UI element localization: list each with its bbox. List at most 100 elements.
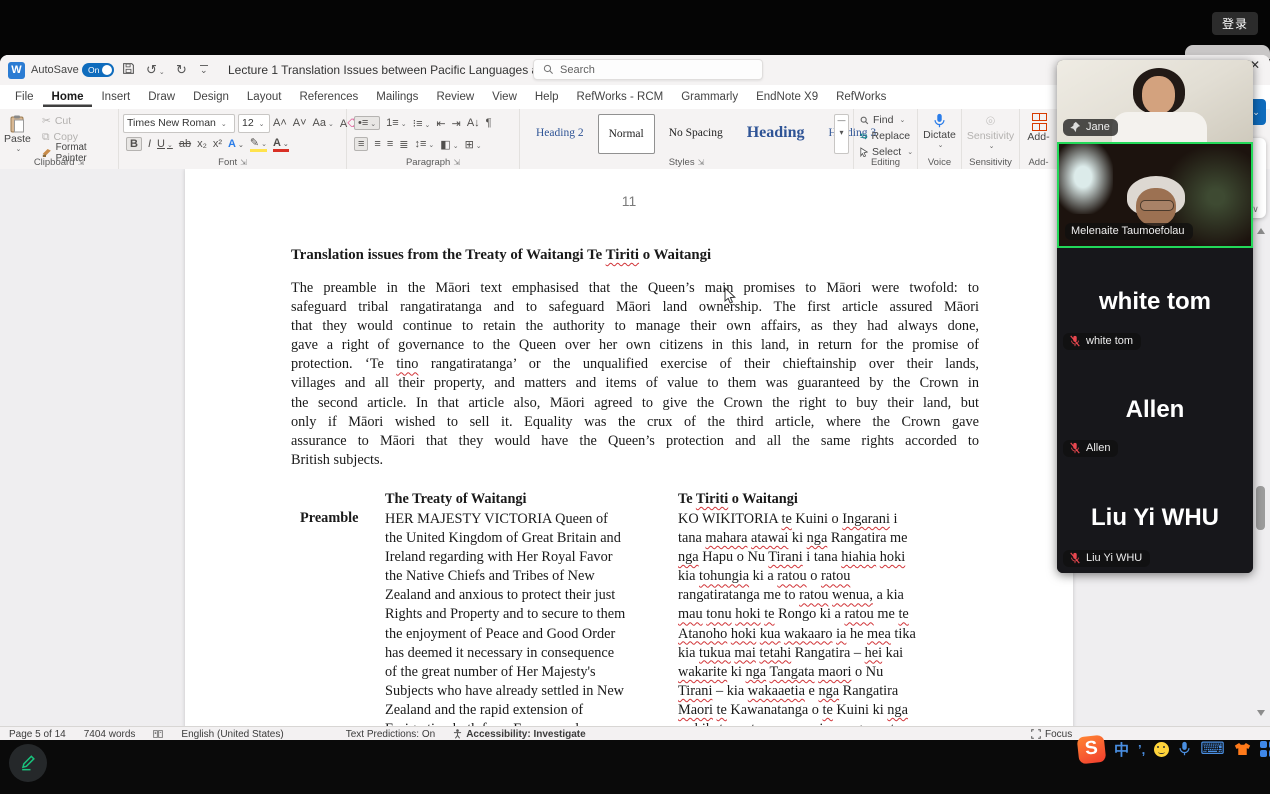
paste-button[interactable]: Paste⌄ bbox=[4, 111, 31, 153]
login-button[interactable]: 登录 bbox=[1212, 12, 1258, 35]
numbering-icon[interactable]: 1≡⌄ bbox=[386, 117, 406, 129]
subscript-button[interactable]: x₂ bbox=[197, 138, 207, 150]
font-color-icon[interactable]: A⌄ bbox=[273, 137, 289, 152]
participant-name: Allen bbox=[1086, 442, 1110, 454]
save-icon[interactable] bbox=[122, 62, 135, 78]
page-indicator[interactable]: Page 5 of 14 bbox=[0, 729, 75, 740]
font-family-combo[interactable]: Times New Roman ⌄ bbox=[123, 114, 235, 133]
accessibility-status[interactable]: Accessibility: Investigate bbox=[444, 729, 595, 740]
strikethrough-button[interactable]: ab bbox=[179, 138, 191, 150]
increase-indent-icon[interactable]: ⇥ bbox=[452, 117, 461, 130]
tab-insert[interactable]: Insert bbox=[92, 87, 139, 107]
column-line: mau tonu hoki te Rongo ki a ratou me te bbox=[678, 605, 963, 624]
ime-logo[interactable]: S bbox=[1077, 734, 1107, 764]
style-heading-2[interactable]: Heading 2 bbox=[526, 114, 594, 152]
align-left-icon[interactable]: ≡ bbox=[354, 137, 368, 151]
tab-refworks-rcm[interactable]: RefWorks - RCM bbox=[568, 87, 673, 107]
highlight-color-icon[interactable]: ✎⌄ bbox=[250, 136, 267, 152]
ime-emoji-icon[interactable] bbox=[1154, 742, 1169, 757]
annotate-button[interactable] bbox=[9, 744, 47, 782]
style-normal[interactable]: Normal bbox=[598, 114, 655, 154]
document-page[interactable]: 11 Translation issues from the Treaty of… bbox=[185, 169, 1073, 726]
undo-icon[interactable]: ↺⌄ bbox=[146, 62, 165, 78]
clipboard-dialog-launcher[interactable]: ⇲ bbox=[77, 158, 84, 167]
styles-dialog-launcher[interactable]: ⇲ bbox=[698, 158, 705, 167]
ime-keyboard-icon[interactable]: ⌨ bbox=[1200, 739, 1225, 759]
clipboard-group-label: Clipboard⇲ bbox=[0, 157, 118, 168]
word-count[interactable]: 7404 words bbox=[75, 729, 145, 740]
meeting-participants-panel: Jane Melenaite Taumoefolau white tom whi… bbox=[1057, 60, 1253, 573]
tab-view[interactable]: View bbox=[483, 87, 526, 107]
focus-icon bbox=[1031, 729, 1041, 739]
proofing-icon[interactable] bbox=[144, 729, 172, 739]
scroll-down-arrow[interactable] bbox=[1257, 710, 1265, 716]
style-no-spacing[interactable]: No Spacing bbox=[659, 114, 733, 152]
sort-icon[interactable]: A↓ bbox=[467, 117, 480, 129]
bold-button[interactable]: B bbox=[126, 137, 142, 151]
text-effects-icon[interactable]: A⌄ bbox=[228, 138, 244, 150]
ime-chinese-mode-icon[interactable]: 中 bbox=[1114, 739, 1129, 760]
ime-skin-icon[interactable] bbox=[1234, 742, 1251, 756]
text-predictions[interactable]: Text Predictions: On bbox=[337, 729, 444, 740]
find-button[interactable]: Find⌄ bbox=[854, 112, 917, 128]
tab-layout[interactable]: Layout bbox=[238, 87, 291, 107]
ime-toolbox-icon[interactable] bbox=[1260, 741, 1270, 757]
show-formatting-icon[interactable]: ¶ bbox=[486, 117, 492, 129]
scroll-up-arrow[interactable] bbox=[1257, 228, 1265, 234]
font-size-combo[interactable]: 12 ⌄ bbox=[238, 114, 270, 133]
superscript-button[interactable]: x² bbox=[213, 138, 222, 150]
tab-design[interactable]: Design bbox=[184, 87, 238, 107]
borders-icon[interactable]: ⊞⌄ bbox=[465, 138, 482, 151]
ime-punctuation-icon[interactable]: ’, bbox=[1138, 742, 1145, 757]
scrollbar-thumb[interactable] bbox=[1256, 486, 1265, 530]
search-input[interactable]: Search bbox=[533, 59, 763, 80]
dictate-button[interactable]: Dictate ⌄ bbox=[918, 109, 961, 149]
paragraph-group-label: Paragraph⇲ bbox=[347, 157, 519, 168]
bullets-icon[interactable]: •≡⌄ bbox=[354, 116, 380, 130]
tab-mailings[interactable]: Mailings bbox=[367, 87, 427, 107]
justify-icon[interactable]: ≣ bbox=[399, 138, 408, 151]
qat-customize-icon[interactable]: ⌄ bbox=[200, 65, 208, 75]
redo-icon[interactable]: ↻ bbox=[176, 62, 187, 78]
styles-more-button[interactable]: —▾ bbox=[834, 114, 849, 154]
participant-tile-white-tom[interactable]: white tom white tom bbox=[1057, 248, 1253, 356]
italic-button[interactable]: I bbox=[148, 138, 151, 150]
addins-button[interactable]: Add- bbox=[1020, 109, 1057, 143]
participant-video-jane[interactable]: Jane bbox=[1057, 60, 1253, 142]
document-paragraph: The preamble in the Māori text emphasise… bbox=[291, 279, 979, 470]
tab-draw[interactable]: Draw bbox=[139, 87, 184, 107]
ime-voice-icon[interactable] bbox=[1178, 741, 1191, 757]
align-right-icon[interactable]: ≡ bbox=[387, 138, 393, 150]
participant-tile-allen[interactable]: Allen Allen bbox=[1057, 356, 1253, 463]
multilevel-list-icon[interactable]: ⁝≡⌄ bbox=[413, 117, 431, 130]
change-case-icon[interactable]: Aa⌄ bbox=[313, 117, 334, 129]
participant-tile-liu-yi-whu[interactable]: Liu Yi WHU Liu Yi WHU bbox=[1057, 463, 1253, 573]
tab-help[interactable]: Help bbox=[526, 87, 568, 107]
tab-refworks[interactable]: RefWorks bbox=[827, 87, 895, 107]
align-center-icon[interactable]: ≡ bbox=[374, 138, 380, 150]
line-spacing-icon[interactable]: ↕≡⌄ bbox=[414, 138, 434, 150]
grow-font-icon[interactable]: A˄ bbox=[273, 117, 287, 129]
autosave-label: AutoSave bbox=[31, 64, 79, 76]
tab-references[interactable]: References bbox=[290, 87, 367, 107]
paragraph-dialog-launcher[interactable]: ⇲ bbox=[453, 158, 460, 167]
word-app-icon[interactable]: W bbox=[8, 62, 25, 79]
cut-button[interactable]: ✂ Cut bbox=[42, 113, 118, 129]
participant-video-melenaite[interactable]: Melenaite Taumoefolau bbox=[1057, 142, 1253, 248]
tab-endnote-x9[interactable]: EndNote X9 bbox=[747, 87, 827, 107]
shrink-font-icon[interactable]: A˅ bbox=[293, 117, 307, 129]
language-indicator[interactable]: English (United States) bbox=[172, 729, 292, 740]
replace-button[interactable]: ⇆ Replace bbox=[854, 128, 917, 144]
underline-button[interactable]: U⌄ bbox=[157, 138, 173, 150]
shading-icon[interactable]: ◧⌄ bbox=[440, 138, 458, 151]
decrease-indent-icon[interactable]: ⇤ bbox=[436, 117, 445, 130]
style-heading[interactable]: Heading bbox=[737, 114, 815, 152]
tab-file[interactable]: File bbox=[6, 87, 43, 107]
font-dialog-launcher[interactable]: ⇲ bbox=[240, 158, 247, 167]
autosave-toggle[interactable]: On bbox=[82, 63, 114, 77]
tab-grammarly[interactable]: Grammarly bbox=[672, 87, 747, 107]
column-line: tana mahara atawai ki nga Rangatira me bbox=[678, 529, 963, 548]
tab-review[interactable]: Review bbox=[427, 87, 483, 107]
focus-button[interactable]: Focus bbox=[1022, 729, 1081, 740]
tab-home[interactable]: Home bbox=[43, 87, 93, 107]
